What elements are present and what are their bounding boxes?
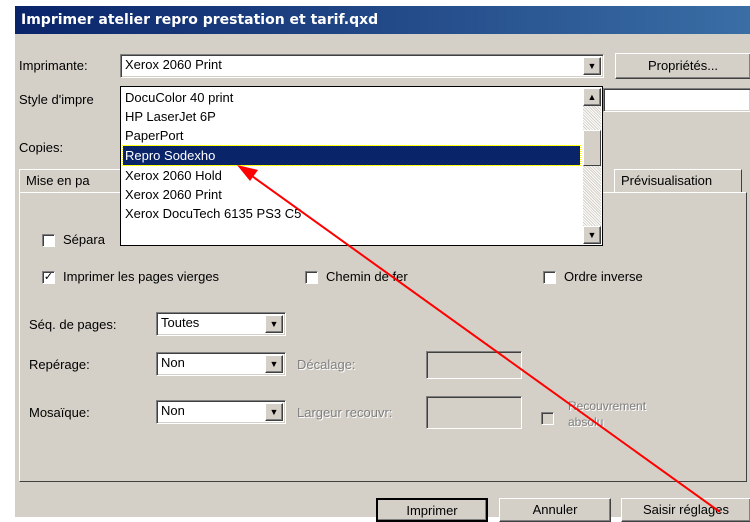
chevron-down-icon: ▼ [587,230,597,240]
chevron-down-icon: ▼ [269,359,279,369]
printer-option-paperport[interactable]: PaperPort [123,126,580,145]
printer-option-xerox-print[interactable]: Xerox 2060 Print [123,185,580,204]
tiling-label: Mosaïque: [29,405,90,420]
tiling-select[interactable]: Non ▼ [156,400,286,424]
overlap-width-label: Largeur recouvr: [297,405,393,420]
registration-value: Non [161,355,185,370]
blank-pages-checkbox[interactable]: ✓ [42,271,55,284]
absolute-overlap-label-line2: absolu [568,415,604,429]
print-style-label: Style d'impre [19,92,94,107]
tiling-value: Non [161,403,185,418]
separations-checkbox[interactable] [42,234,55,247]
printer-option-repro-sodexho[interactable]: Repro Sodexho [122,145,581,166]
separations-label: Sépara [63,232,105,247]
print-style-select[interactable] [603,88,750,112]
printer-dropdown-list: DocuColor 40 print HP LaserJet 6P PaperP… [120,86,603,246]
chevron-down-icon: ▼ [587,61,597,71]
registration-select[interactable]: Non ▼ [156,352,286,376]
print-button[interactable]: Imprimer [376,498,488,522]
capture-settings-button[interactable]: Saisir réglages [621,498,750,522]
offset-label: Décalage: [297,357,356,372]
overlap-width-field[interactable] [426,396,522,429]
printer-option-hp-laserjet[interactable]: HP LaserJet 6P [123,107,580,126]
absolute-overlap-label-line1: Recouvrement [568,399,647,413]
page-sequence-dropdown-button[interactable]: ▼ [265,315,283,333]
thumbnails-label: Chemin de fer [326,269,408,284]
tab-preview[interactable]: Prévisualisation [614,169,742,193]
tab-layout[interactable]: Mise en pa [19,169,129,193]
printer-select[interactable]: Xerox 2060 Print ▼ [120,54,604,78]
printer-option-xerox-hold[interactable]: Xerox 2060 Hold [123,166,580,185]
registration-label: Repérage: [29,357,90,372]
chevron-down-icon: ▼ [269,407,279,417]
offset-field[interactable] [426,351,522,379]
dialog-title: Imprimer atelier repro prestation et tar… [15,6,750,34]
chevron-up-icon: ▲ [587,92,597,102]
reverse-order-checkbox[interactable] [543,271,556,284]
cancel-button[interactable]: Annuler [499,498,611,522]
scroll-up-button[interactable]: ▲ [583,88,601,106]
blank-pages-label: Imprimer les pages vierges [63,269,220,284]
scroll-down-button[interactable]: ▼ [583,226,601,244]
registration-dropdown-button[interactable]: ▼ [265,355,283,373]
chevron-down-icon: ▼ [269,319,279,329]
printer-option-docucolor[interactable]: DocuColor 40 print [123,88,580,107]
printer-option-xerox-docutech[interactable]: Xerox DocuTech 6135 PS3 C5 [123,204,580,223]
printer-label: Imprimante: [19,58,88,73]
page-sequence-value: Toutes [161,315,200,330]
page-sequence-select[interactable]: Toutes ▼ [156,312,286,336]
checkmark-icon: ✓ [43,271,54,283]
tiling-dropdown-button[interactable]: ▼ [265,403,283,421]
printer-dropdown-button[interactable]: ▼ [583,57,601,75]
reverse-order-label: Ordre inverse [564,269,643,284]
scroll-thumb[interactable] [583,130,601,166]
thumbnails-checkbox[interactable] [305,271,318,284]
absolute-overlap-checkbox[interactable] [541,412,554,425]
copies-label: Copies: [19,140,64,155]
properties-button[interactable]: Propriétés... [615,53,750,79]
page-sequence-label: Séq. de pages: [29,317,117,332]
dropdown-scrollbar[interactable]: ▲ ▼ [583,88,601,244]
printer-select-value: Xerox 2060 Print [125,57,222,72]
print-dialog: Imprimer atelier repro prestation et tar… [14,5,750,522]
